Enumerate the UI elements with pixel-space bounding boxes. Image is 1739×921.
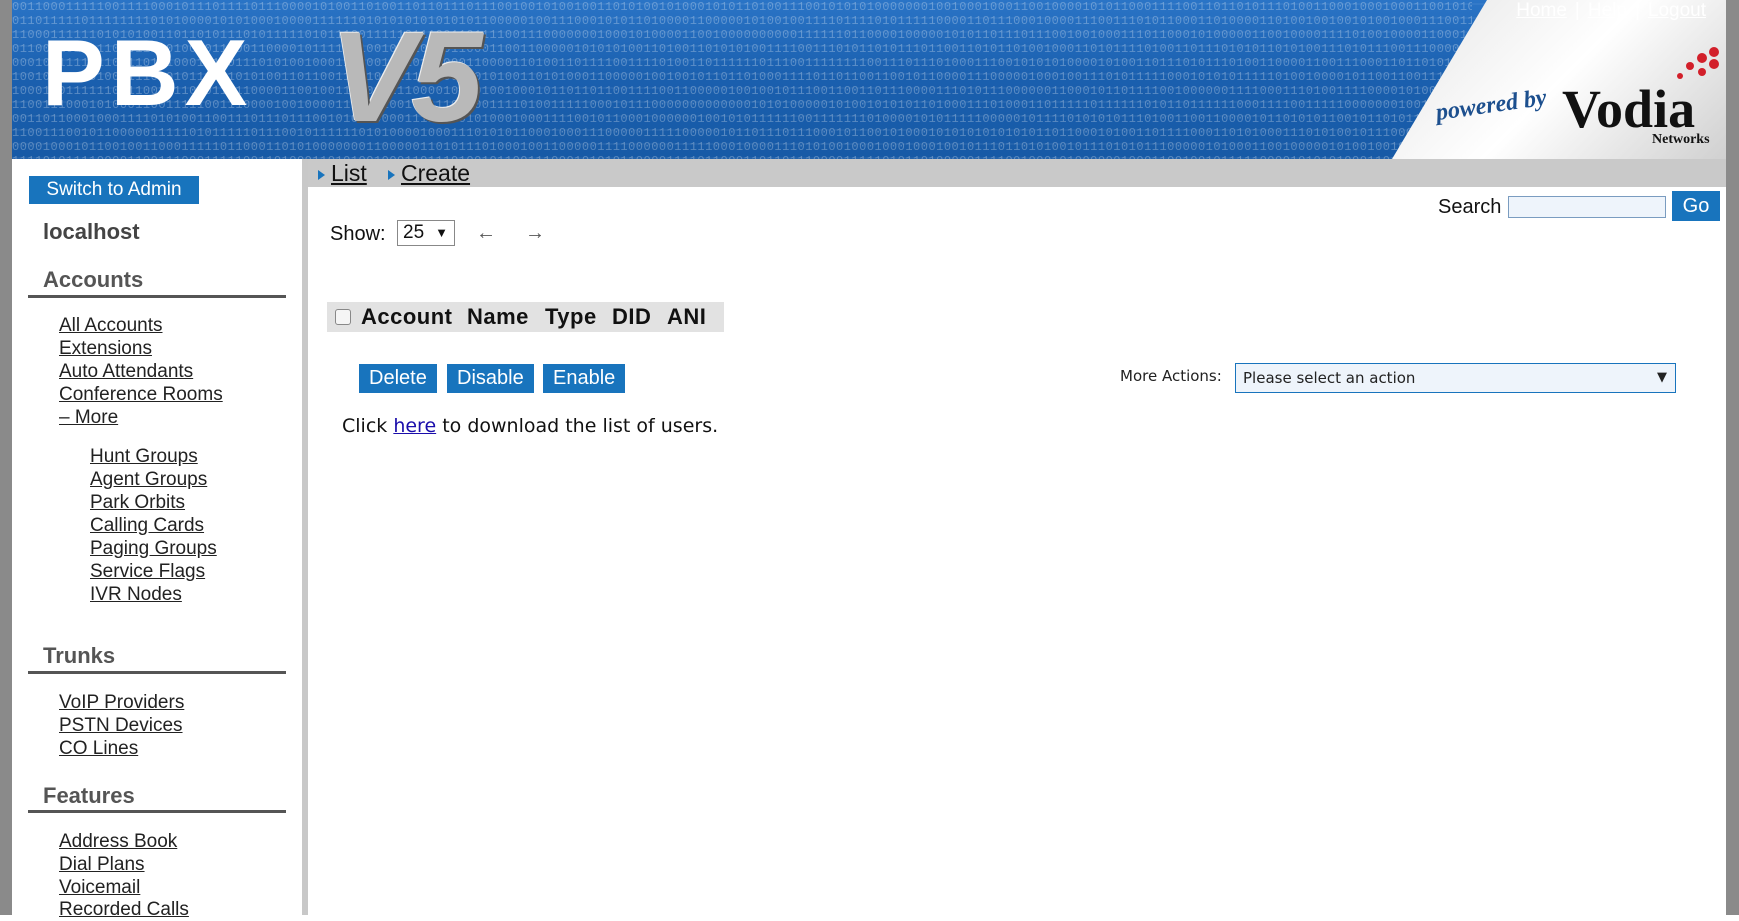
switch-to-admin-button[interactable]: Switch to Admin — [29, 176, 199, 204]
tab-create[interactable]: Create — [388, 159, 470, 187]
caret-down-icon: ▼ — [435, 225, 448, 240]
tab-list[interactable]: List — [318, 159, 367, 187]
sidebar-item-all-accounts[interactable]: All Accounts — [59, 315, 163, 337]
sidebar-item-agent-groups[interactable]: Agent Groups — [90, 469, 207, 491]
download-text-before: Click — [342, 415, 388, 437]
sidebar-item-hunt-groups[interactable]: Hunt Groups — [90, 446, 198, 468]
sidebar-item-recorded-calls[interactable]: Recorded Calls — [59, 899, 189, 921]
sidebar-item-address-book[interactable]: Address Book — [59, 831, 177, 853]
enable-button[interactable]: Enable — [543, 364, 626, 393]
section-title-accounts: Accounts — [43, 267, 144, 292]
sidebar-item-more-toggle[interactable]: – More — [59, 407, 118, 429]
page-size-value: 25 — [403, 222, 425, 243]
column-header-did[interactable]: DID — [612, 304, 651, 330]
more-actions-label: More Actions: — [1120, 367, 1222, 385]
sidebar-item-auto-attendants[interactable]: Auto Attendants — [59, 361, 193, 383]
sidebar-item-dial-plans[interactable]: Dial Plans — [59, 854, 145, 876]
download-instructions: Click here to download the list of users… — [342, 415, 718, 437]
triangle-right-icon — [318, 169, 325, 180]
sidebar-border — [302, 159, 308, 915]
column-header-type[interactable]: Type — [545, 304, 597, 330]
download-link[interactable]: here — [393, 415, 436, 437]
left-gutter — [0, 0, 12, 915]
header-banner: 0011000111110011110001011101111011100001… — [12, 0, 1726, 159]
sidebar-item-paging-groups[interactable]: Paging Groups — [90, 538, 217, 560]
table-header: Account Name Type DID ANI — [327, 302, 724, 332]
sidebar-item-voicemail[interactable]: Voicemail — [59, 877, 140, 899]
more-actions-value: Please select an action — [1243, 369, 1416, 387]
vodia-brand-sub: Networks — [1652, 132, 1710, 147]
column-header-account[interactable]: Account — [361, 304, 453, 330]
more-actions-select[interactable]: Please select an action ▼ — [1235, 363, 1676, 393]
home-link[interactable]: Home — [1516, 0, 1567, 21]
column-header-ani[interactable]: ANI — [667, 304, 706, 330]
link-separator: | — [1574, 0, 1580, 21]
logo-v5: V5 — [330, 6, 483, 149]
sidebar-item-voip-providers[interactable]: VoIP Providers — [59, 692, 184, 714]
delete-button[interactable]: Delete — [359, 364, 437, 393]
section-divider — [28, 810, 286, 813]
page-size-select[interactable]: 25 ▼ — [397, 220, 455, 246]
triangle-right-icon — [388, 169, 395, 180]
search-label: Search — [1438, 196, 1502, 218]
top-links: Home | Help | Logout — [1516, 0, 1706, 22]
sidebar-item-calling-cards[interactable]: Calling Cards — [90, 515, 204, 537]
section-divider — [28, 295, 286, 298]
section-title-trunks: Trunks — [43, 643, 116, 668]
tab-create-label: Create — [401, 160, 471, 186]
vodia-brand-name: Vodia — [1562, 79, 1696, 139]
sidebar-item-service-flags[interactable]: Service Flags — [90, 561, 205, 583]
search-go-button[interactable]: Go — [1672, 191, 1720, 221]
powered-by-text: powered by — [1434, 84, 1549, 127]
sidebar-item-co-lines[interactable]: CO Lines — [59, 738, 138, 760]
column-header-name[interactable]: Name — [467, 304, 529, 330]
logout-link[interactable]: Logout — [1648, 0, 1706, 21]
sidebar-item-pstn-devices[interactable]: PSTN Devices — [59, 715, 183, 737]
search-input[interactable] — [1508, 196, 1666, 218]
tab-list-label: List — [331, 160, 367, 186]
sidebar-item-conference-rooms[interactable]: Conference Rooms — [59, 384, 223, 406]
sidebar-item-ivr-nodes[interactable]: IVR Nodes — [90, 584, 182, 606]
logo-pbx: PBX — [42, 20, 254, 125]
download-text-after: to download the list of users. — [442, 415, 719, 437]
show-label: Show: — [330, 223, 386, 245]
host-name: localhost — [43, 219, 140, 244]
sidebar-item-extensions[interactable]: Extensions — [59, 338, 152, 360]
tab-bar: List Create — [308, 159, 1726, 187]
sidebar: Switch to Admin localhost Accounts All A… — [12, 159, 302, 920]
link-separator: | — [1634, 0, 1640, 21]
select-all-checkbox[interactable] — [335, 309, 351, 325]
right-gutter — [1726, 0, 1739, 915]
disable-button[interactable]: Disable — [447, 364, 534, 393]
section-title-features: Features — [43, 783, 135, 808]
sidebar-item-park-orbits[interactable]: Park Orbits — [90, 492, 185, 514]
help-link[interactable]: Help — [1588, 0, 1627, 21]
prev-page-arrow-icon[interactable]: ← — [476, 222, 496, 245]
caret-down-icon: ▼ — [1657, 370, 1667, 385]
section-divider — [28, 671, 286, 674]
next-page-arrow-icon[interactable]: → — [525, 222, 545, 245]
